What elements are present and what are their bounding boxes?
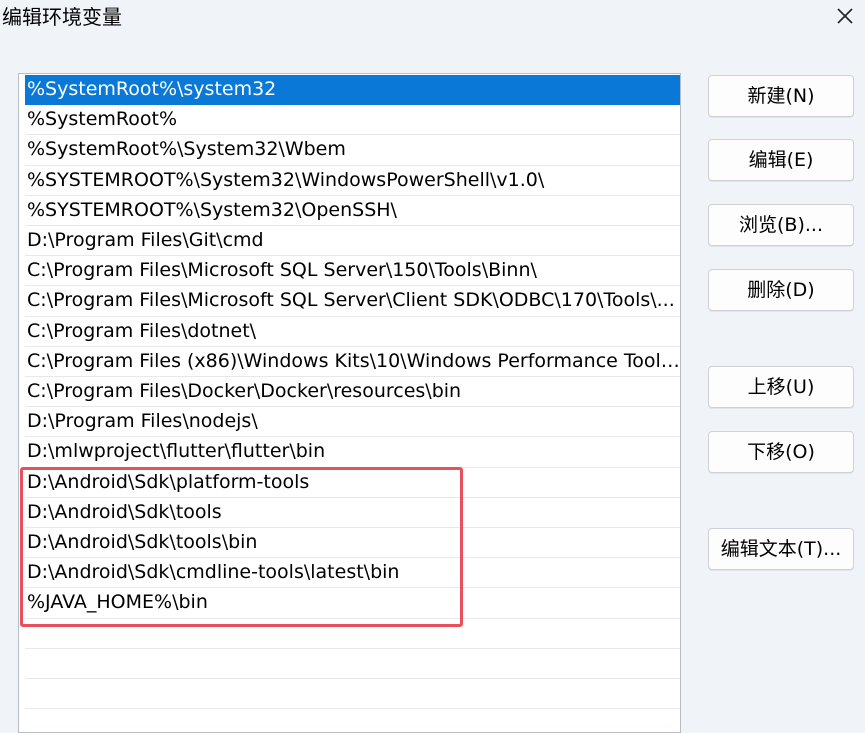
path-list-item[interactable]: %SystemRoot%\System32\Wbem	[25, 135, 680, 166]
new-button[interactable]: 新建(N)	[708, 75, 854, 117]
path-list-item[interactable]	[25, 679, 680, 710]
close-button[interactable]	[831, 2, 859, 30]
dialog-title: 编辑环境变量	[2, 5, 122, 29]
path-list-item[interactable]: D:\Program Files\Git\cmd	[25, 226, 680, 257]
path-list-item[interactable]: D:\Program Files\nodejs\	[25, 407, 680, 438]
browse-button[interactable]: 浏览(B)...	[708, 204, 854, 246]
path-list-item[interactable]: %SYSTEMROOT%\System32\WindowsPowerShell\…	[25, 166, 680, 196]
title-bar: 编辑环境变量	[0, 0, 865, 40]
path-list-item[interactable]: %SYSTEMROOT%\System32\OpenSSH\	[25, 196, 680, 226]
path-list-item[interactable]: C:\Program Files\dotnet\	[25, 317, 680, 347]
path-list[interactable]: %SystemRoot%\system32 %SystemRoot% %System…	[18, 73, 681, 733]
move-up-button[interactable]: 上移(U)	[708, 366, 854, 408]
path-list-item[interactable]: %SystemRoot%	[25, 105, 680, 136]
path-list-item[interactable]: D:\Android\Sdk\platform-tools	[25, 468, 680, 498]
path-list-item[interactable]	[25, 619, 680, 649]
path-list-item[interactable]: %JAVA_HOME%\bin	[25, 588, 680, 619]
path-list-item[interactable]: D:\Android\Sdk\cmdline-tools\latest\bin	[25, 558, 680, 589]
path-list-item[interactable]: C:\Program Files\Microsoft SQL Server\Cl…	[25, 286, 680, 317]
delete-button[interactable]: 删除(D)	[708, 269, 854, 311]
close-icon	[831, 2, 859, 30]
path-list-item[interactable]: D:\mlwproject\flutter\flutter\bin	[25, 437, 680, 468]
move-down-button[interactable]: 下移(O)	[708, 431, 854, 473]
path-list-item[interactable]	[25, 649, 680, 679]
edit-button[interactable]: 编辑(E)	[708, 139, 854, 181]
path-list-item[interactable]: C:\Program Files\Docker\Docker\resources…	[25, 377, 680, 408]
edit-text-button[interactable]: 编辑文本(T)...	[708, 528, 854, 570]
path-list-item[interactable]: D:\Android\Sdk\tools	[25, 498, 680, 528]
path-list-item-selected[interactable]: %SystemRoot%\system32	[25, 75, 680, 106]
path-list-item[interactable]: D:\Android\Sdk\tools\bin	[25, 528, 680, 559]
path-list-item[interactable]: C:\Program Files (x86)\Windows Kits\10\W…	[25, 347, 680, 377]
path-list-item[interactable]: C:\Program Files\Microsoft SQL Server\15…	[25, 256, 680, 287]
